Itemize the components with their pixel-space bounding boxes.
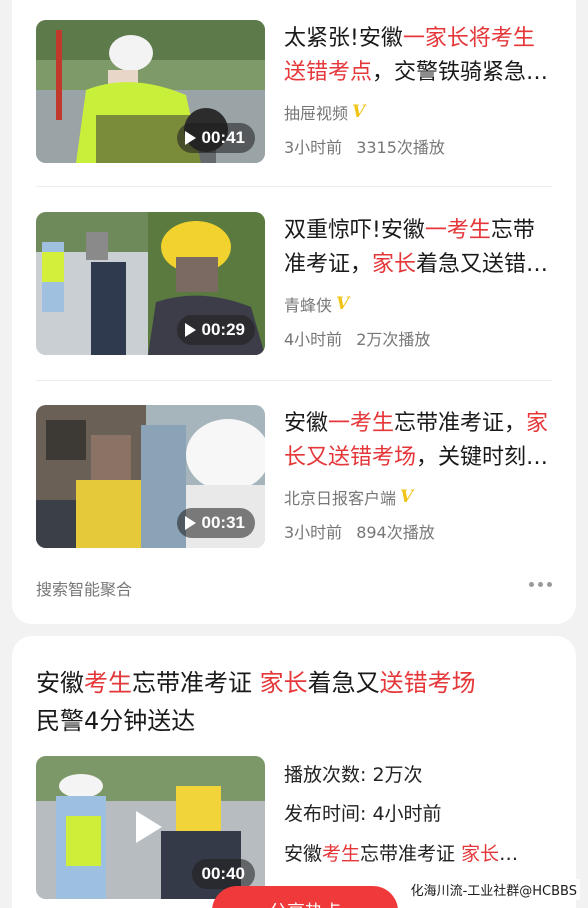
publish-time: 3小时前 — [284, 138, 343, 157]
video-stats: 3小时前 894次播放 — [284, 519, 435, 543]
source-line[interactable]: 抽屉视频 V — [284, 100, 365, 124]
play-icon — [184, 131, 196, 145]
title-text: 安徽 — [284, 411, 329, 436]
title-text: 忘带准考证， — [394, 411, 527, 436]
title-text: 着急又 — [307, 669, 380, 697]
desc-text: 安徽 — [284, 843, 323, 865]
more-options-icon[interactable] — [529, 582, 552, 587]
duration-text: 00:29 — [201, 320, 245, 339]
video-result-item[interactable]: 00:41 太紧张!安徽一家长将考生送错考点，交警铁骑紧急送考 抽屉视频 V 3… — [36, 20, 552, 164]
duration-badge: 00:40 — [191, 859, 255, 889]
video-stats: 4小时前 2万次播放 — [284, 326, 430, 350]
video-results-card: 00:41 太紧张!安徽一家长将考生送错考点，交警铁骑紧急送考 抽屉视频 V 3… — [12, 0, 576, 624]
share-label: 分享热点 — [269, 898, 341, 908]
video-thumbnail[interactable]: 00:41 — [36, 20, 265, 163]
play-count: 播放次数: 2万次 — [284, 764, 423, 786]
source-name: 北京日报客户端 — [284, 489, 397, 508]
desc-text: 忘带准考证 — [360, 843, 462, 865]
publish-time: 3小时前 — [284, 523, 343, 542]
desc-highlight: 考生 — [322, 843, 361, 865]
title-text: 安徽 — [36, 669, 84, 697]
title-highlight: 送错考场 — [379, 669, 476, 697]
source-line[interactable]: 北京日报客户端 V — [284, 485, 413, 509]
title-highlight: 一考生 — [424, 218, 491, 243]
title-highlight: 一考生 — [328, 411, 395, 436]
desc-highlight: 家长 — [461, 843, 500, 865]
play-icon — [184, 516, 196, 530]
play-icon[interactable] — [136, 811, 162, 843]
verified-icon: V — [352, 102, 366, 122]
title-highlight: 家长 — [259, 669, 308, 697]
title-highlight: 考生 — [84, 669, 132, 697]
aggregate-label: 搜索智能聚合 — [36, 580, 133, 599]
duration-badge: 00:41 — [176, 123, 255, 153]
duration-badge: 00:31 — [176, 508, 255, 538]
divider — [36, 380, 552, 381]
play-icon — [184, 323, 196, 337]
source-line[interactable]: 青蜂侠 V — [284, 292, 349, 316]
featured-video-thumbnail[interactable]: 00:40 — [36, 756, 265, 899]
video-result-item[interactable]: 00:29 双重惊吓!安徽一考生忘带准考证，家长着急又送错考场 青蜂侠 V 4小… — [36, 212, 552, 356]
video-thumbnail[interactable]: 00:29 — [36, 212, 265, 355]
video-title[interactable]: 双重惊吓!安徽一考生忘带准考证，家长着急又送错考场 — [284, 214, 552, 282]
title-text: 太紧张!安徽 — [284, 26, 403, 51]
title-text: 忘带准考证 — [132, 669, 260, 697]
video-result-item[interactable]: 00:31 安徽一考生忘带准考证，家长又送错考场，关键时刻民警出手 北京日报客户… — [36, 405, 552, 549]
play-count: 894次播放 — [356, 523, 435, 542]
desc-text: … — [499, 843, 519, 865]
duration-text: 00:31 — [201, 513, 245, 532]
featured-title[interactable]: 安徽考生忘带准考证 家长着急又送错考场民警4分钟送达 — [36, 664, 556, 740]
verified-icon: V — [336, 294, 350, 314]
divider — [36, 186, 552, 187]
featured-video-card[interactable]: 安徽考生忘带准考证 家长着急又送错考场 民警4分钟送达 00:40 播放次数: 2… — [12, 636, 576, 908]
video-thumbnail[interactable]: 00:31 — [36, 405, 265, 548]
share-hotspot-button[interactable]: 分享热点 — [212, 886, 398, 908]
publish-time: 4小时前 — [284, 330, 343, 349]
source-name: 抽屉视频 — [284, 104, 349, 123]
video-stats: 3小时前 3315次播放 — [284, 134, 445, 158]
source-name: 青蜂侠 — [284, 296, 333, 315]
verified-icon: V — [400, 487, 414, 507]
duration-text: 00:40 — [201, 864, 245, 883]
duration-text: 00:41 — [201, 128, 245, 147]
title-text: 民警4分钟送达 — [36, 707, 196, 735]
video-description: 安徽考生忘带准考证 家长… — [284, 839, 518, 866]
watermark-text: 化海川流-工业社群@HCBBS — [407, 879, 580, 900]
publish-time: 发布时间: 4小时前 — [284, 803, 442, 825]
play-count: 3315次播放 — [356, 138, 445, 157]
title-highlight: 家长 — [372, 252, 417, 277]
title-text: 双重惊吓!安徽 — [284, 218, 425, 243]
play-count: 2万次播放 — [356, 330, 431, 349]
video-title[interactable]: 太紧张!安徽一家长将考生送错考点，交警铁骑紧急送考 — [284, 22, 552, 90]
duration-badge: 00:29 — [176, 315, 255, 345]
video-title[interactable]: 安徽一考生忘带准考证，家长又送错考场，关键时刻民警出手 — [284, 407, 552, 475]
